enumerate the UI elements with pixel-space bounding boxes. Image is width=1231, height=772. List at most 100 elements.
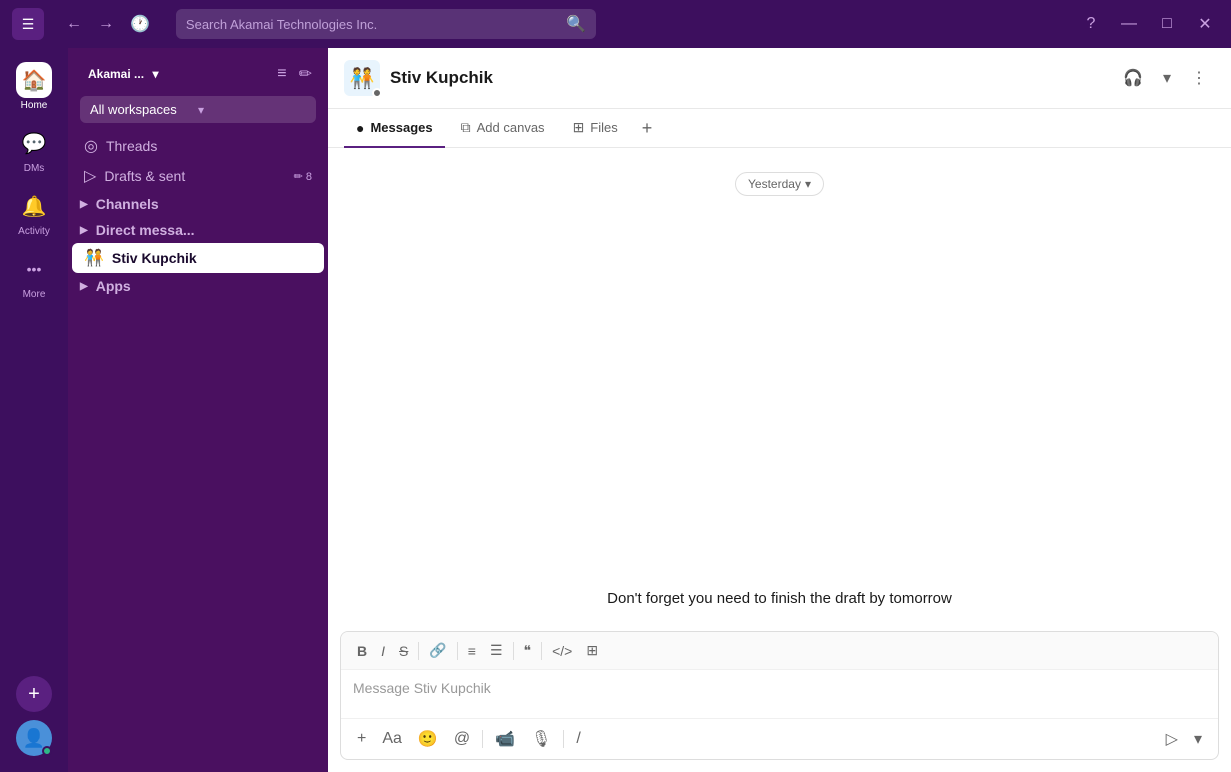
direct-messages-chevron: ▶	[80, 225, 88, 236]
sidebar-main-items: ◎ Threads ▷ Drafts & sent ✏ 8	[68, 131, 328, 191]
format-button[interactable]: Aa	[376, 726, 408, 752]
input-footer: + Aa 🙂 @ 📹 🎙 / ▷ ▾	[341, 718, 1218, 759]
maximize-button[interactable]: □	[1153, 10, 1181, 38]
message-input-area: B I S 🔗 ≡ ☰ ❝ </> ⊞ Message Stiv Kupchik…	[340, 631, 1219, 760]
sidebar-item-activity[interactable]: 🔔 Activity	[6, 182, 62, 243]
sidebar-item-dms[interactable]: 💬 DMs	[6, 119, 62, 180]
toolbar-divider-2	[457, 642, 458, 660]
sidebar-item-home[interactable]: 🏠 Home	[6, 56, 62, 117]
audio-button[interactable]: 🎧	[1115, 64, 1151, 92]
activity-label: Activity	[18, 226, 50, 237]
footer-divider-1	[482, 730, 483, 748]
nav-rail: 🏠 Home 💬 DMs 🔔 Activity ••• More + 👤	[0, 48, 68, 772]
toolbar-divider-4	[541, 642, 542, 660]
titlebar-right: ? — □ ✕	[1077, 10, 1219, 38]
chat-tabs: ● Messages ⧉ Add canvas ⊞ Files +	[328, 109, 1231, 148]
channels-chevron: ▶	[80, 199, 88, 210]
sidebar-item-more[interactable]: ••• More	[6, 245, 62, 306]
minimize-button[interactable]: —	[1115, 10, 1143, 38]
help-button[interactable]: ?	[1077, 10, 1105, 38]
tab-files[interactable]: ⊞ Files	[561, 109, 630, 148]
mention-button[interactable]: @	[448, 726, 476, 752]
close-button[interactable]: ✕	[1191, 10, 1219, 38]
date-badge[interactable]: Yesterday ▾	[735, 172, 824, 196]
back-button[interactable]: ←	[60, 11, 88, 37]
canvas-tab-label: Add canvas	[477, 120, 545, 135]
direct-messages-items: 🧑‍🤝‍🧑 Stiv Kupchik	[68, 243, 328, 273]
files-tab-icon: ⊞	[573, 119, 585, 136]
quote-button[interactable]: ❝	[518, 638, 538, 663]
drafts-icon: ▷	[84, 166, 96, 186]
chat-title: Stiv Kupchik	[390, 68, 1105, 88]
sidebar-item-stiv[interactable]: 🧑‍🤝‍🧑 Stiv Kupchik	[72, 243, 324, 273]
add-button[interactable]: +	[351, 726, 372, 752]
forward-button[interactable]: →	[92, 11, 120, 37]
dms-icon: 💬	[16, 125, 52, 161]
italic-button[interactable]: I	[375, 639, 391, 663]
sidebar: Akamai ... ▾ ≡ ✏ All workspaces ▾ ◎ Thre…	[68, 48, 328, 772]
more-options-button[interactable]: ⋮	[1183, 64, 1215, 92]
compose-button[interactable]: ✏	[295, 60, 316, 88]
toolbar-divider-1	[418, 642, 419, 660]
channels-group[interactable]: ▶ Channels	[68, 191, 328, 217]
message-input-field[interactable]: Message Stiv Kupchik	[341, 670, 1218, 718]
workspace-name[interactable]: Akamai ... ▾	[84, 65, 265, 83]
send-button[interactable]: ▷	[1160, 725, 1184, 753]
chat-avatar-icon: 🧑‍🤝‍🧑	[350, 66, 375, 91]
add-workspace-button[interactable]: +	[16, 676, 52, 712]
filter-button[interactable]: ≡	[273, 60, 290, 88]
channels-label: Channels	[96, 196, 159, 212]
search-bar[interactable]: 🔍	[176, 9, 596, 39]
audio-record-button[interactable]: 🎙	[525, 725, 557, 753]
user-avatar[interactable]: 👤	[16, 720, 52, 756]
toolbar-divider-3	[513, 642, 514, 660]
bold-button[interactable]: B	[351, 639, 373, 663]
apps-chevron: ▶	[80, 281, 88, 292]
bullet-list-button[interactable]: ☰	[484, 638, 509, 663]
tab-add-canvas[interactable]: ⧉ Add canvas	[449, 109, 557, 148]
titlebar: ☰ ← → 🕐 🔍 ? — □ ✕	[0, 0, 1231, 48]
drafts-badge: ✏ 8	[294, 170, 312, 183]
tab-messages[interactable]: ● Messages	[344, 110, 445, 148]
direct-messages-label: Direct messa...	[96, 222, 195, 238]
link-button[interactable]: 🔗	[423, 638, 452, 663]
header-chevron[interactable]: ▾	[1155, 64, 1179, 92]
activity-icon: 🔔	[16, 188, 52, 224]
video-button[interactable]: 📹	[489, 725, 521, 753]
sidebar-header-icons: ≡ ✏	[273, 60, 316, 88]
strikethrough-button[interactable]: S	[393, 639, 414, 663]
chat-header-actions: 🎧 ▾ ⋮	[1115, 64, 1215, 92]
code-block-button[interactable]: ⊞	[580, 638, 604, 663]
input-placeholder: Message Stiv Kupchik	[353, 680, 491, 696]
user-status-indicator	[42, 746, 52, 756]
sidebar-item-threads[interactable]: ◎ Threads	[72, 131, 324, 161]
sidebar-header: Akamai ... ▾ ≡ ✏	[68, 48, 328, 96]
history-button[interactable]: 🕐	[124, 10, 156, 38]
chat-user-status	[372, 88, 382, 98]
send-dropdown-button[interactable]: ▾	[1188, 725, 1208, 753]
search-input[interactable]	[186, 17, 560, 32]
add-tab-button[interactable]: +	[634, 110, 661, 147]
ordered-list-button[interactable]: ≡	[462, 639, 482, 663]
threads-label: Threads	[106, 138, 312, 154]
workspace-selector-chevron: ▾	[198, 103, 306, 117]
drafts-label: Drafts & sent	[104, 168, 285, 184]
messages-area[interactable]: Yesterday ▾ Don't forget you need to fin…	[328, 148, 1231, 631]
canvas-tab-icon: ⧉	[461, 119, 471, 136]
stiv-avatar-icon: 🧑‍🤝‍🧑	[84, 248, 104, 268]
more-icon: •••	[16, 251, 52, 287]
apps-group[interactable]: ▶ Apps	[68, 273, 328, 299]
date-badge-label: Yesterday	[748, 177, 801, 191]
app-icon: ☰	[12, 8, 44, 40]
sidebar-item-drafts[interactable]: ▷ Drafts & sent ✏ 8	[72, 161, 324, 191]
emoji-button[interactable]: 🙂	[412, 725, 444, 753]
slash-command-button[interactable]: /	[570, 726, 586, 752]
more-label: More	[23, 289, 46, 300]
dms-label: DMs	[24, 163, 45, 174]
search-icon: 🔍	[566, 14, 586, 34]
nav-controls: ← → 🕐	[60, 10, 156, 38]
home-label: Home	[21, 100, 48, 111]
workspace-selector[interactable]: All workspaces ▾	[80, 96, 316, 123]
code-button[interactable]: </>	[546, 639, 578, 663]
direct-messages-group[interactable]: ▶ Direct messa...	[68, 217, 328, 243]
